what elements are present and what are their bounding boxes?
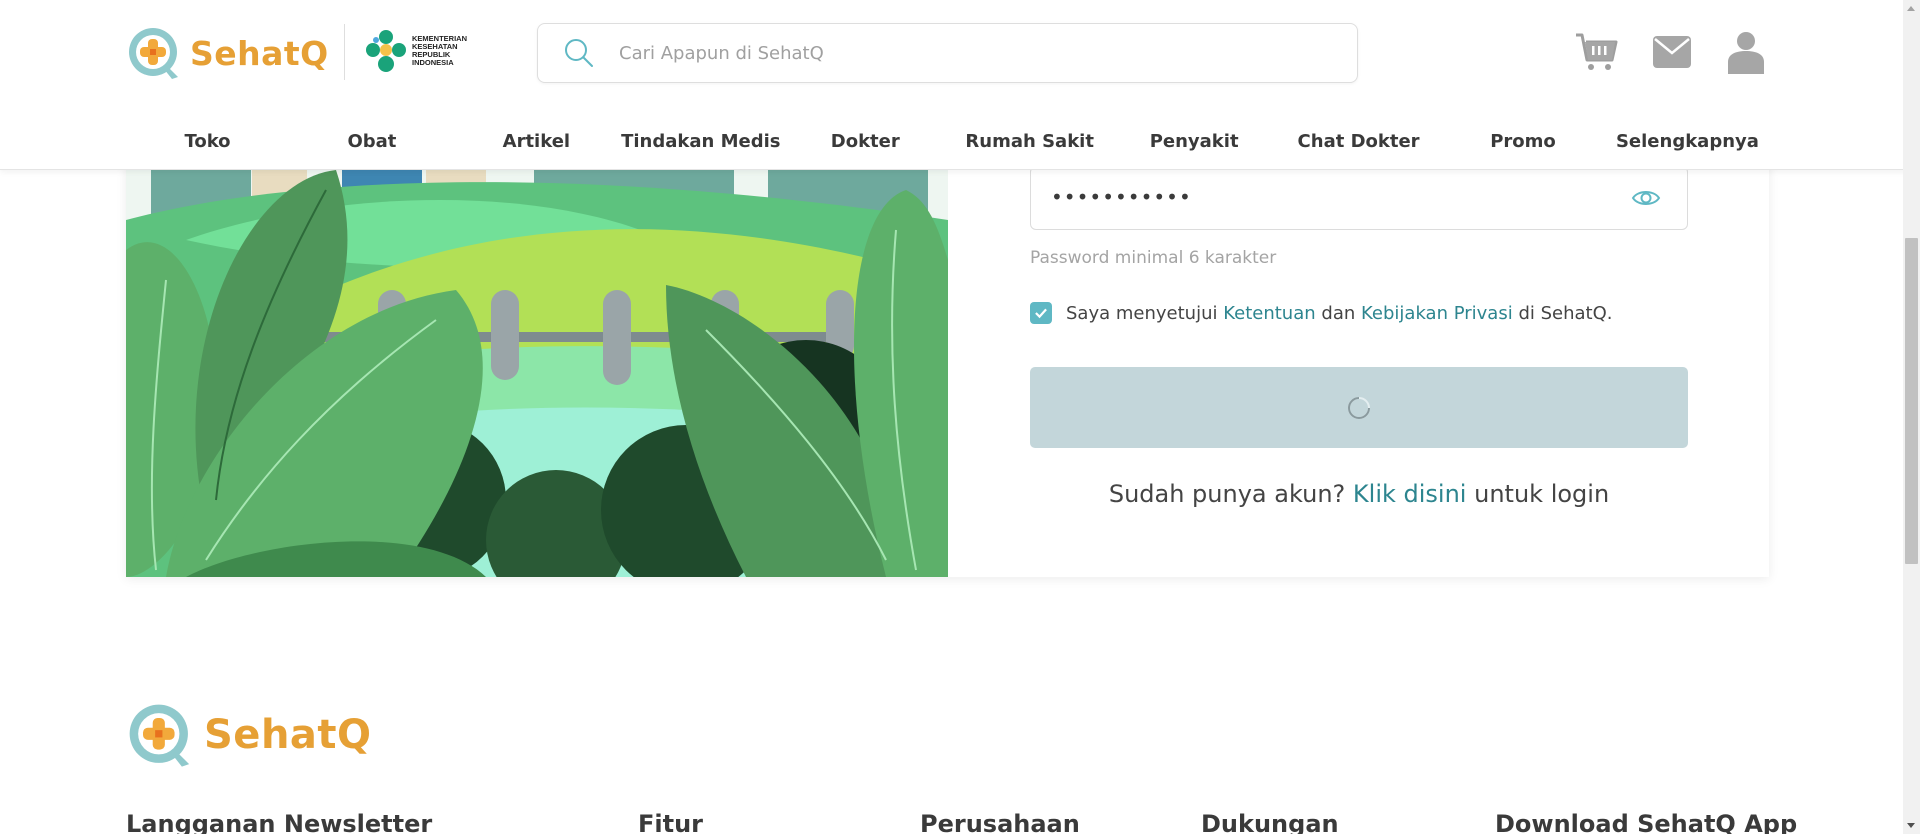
loading-spinner-icon: [1348, 396, 1370, 419]
search-input[interactable]: [619, 33, 1319, 73]
login-prompt-prefix: Sudah punya akun?: [1108, 480, 1346, 508]
register-form: Password ••••••••••• Password minimal 6 …: [1030, 100, 1688, 577]
kemenkes-text: KEMENTERIAN KESEHATAN REPUBLIK INDONESIA: [412, 34, 468, 67]
cart-icon[interactable]: [1574, 30, 1618, 74]
nav-item-toko[interactable]: Toko: [126, 124, 289, 160]
terms-agreement: Saya menyetujui Ketentuan dan Kebijakan …: [1030, 301, 1613, 325]
eye-icon[interactable]: [1631, 187, 1661, 209]
nav-item-penyakit[interactable]: Penyakit: [1113, 124, 1276, 160]
nature-illustration: [126, 100, 948, 577]
sehatq-logo-icon: [129, 704, 190, 767]
terms-link[interactable]: Ketentuan: [1223, 303, 1315, 324]
sehatq-logo-link[interactable]: SehatQ: [126, 25, 329, 81]
nav-item-promo[interactable]: Promo: [1442, 124, 1605, 160]
footer-columns: Langganan Newsletter Fitur Perusahaan Du…: [0, 810, 1920, 834]
terms-middle: dan: [1321, 302, 1356, 324]
login-link[interactable]: Klik disini: [1353, 480, 1467, 508]
terms-checkbox[interactable]: [1030, 302, 1052, 324]
brand-name: SehatQ: [190, 33, 329, 73]
footer-heading-newsletter: Langganan Newsletter: [126, 810, 433, 834]
page-scrollbar[interactable]: [1903, 0, 1920, 834]
kemenkes-logo-icon: [366, 30, 406, 72]
password-value[interactable]: •••••••••••: [1051, 185, 1192, 209]
login-prompt: Sudah punya akun? Klik disini untuk logi…: [1030, 480, 1688, 508]
nav-item-selengkapnya[interactable]: Selengkapnya: [1606, 124, 1769, 160]
nav-item-artikel[interactable]: Artikel: [455, 124, 618, 160]
search-icon[interactable]: [564, 38, 594, 68]
main-nav: Toko Obat Artikel Tindakan Medis Dokter …: [126, 124, 1769, 160]
nav-item-obat[interactable]: Obat: [290, 124, 453, 160]
search-bar[interactable]: [537, 23, 1358, 83]
password-hint: Password minimal 6 karakter: [1030, 248, 1277, 268]
scroll-thumb[interactable]: [1905, 238, 1918, 564]
nav-item-rumah-sakit[interactable]: Rumah Sakit: [948, 124, 1111, 160]
footer-heading-perusahaan: Perusahaan: [920, 810, 1080, 834]
nav-item-chat-dokter[interactable]: Chat Dokter: [1277, 124, 1440, 160]
check-icon: [1035, 308, 1047, 319]
nav-item-dokter[interactable]: Dokter: [784, 124, 947, 160]
terms-prefix: Saya menyetujui: [1066, 302, 1218, 324]
footer-brand-name: SehatQ: [204, 712, 372, 758]
footer-heading-dukungan: Dukungan: [1201, 810, 1339, 834]
site-header: SehatQ KEMENTERIAN KESEHATAN REPUBLIK IN…: [0, 0, 1920, 170]
sehatq-logo-icon: [129, 28, 178, 79]
mail-icon[interactable]: [1653, 36, 1691, 68]
scroll-down-arrow-icon[interactable]: [1907, 823, 1915, 828]
footer-heading-download-app: Download SehatQ App: [1495, 810, 1798, 834]
register-button[interactable]: [1030, 367, 1688, 448]
password-field[interactable]: Password •••••••••••: [1030, 155, 1688, 230]
login-prompt-suffix: untuk login: [1474, 480, 1610, 508]
user-icon[interactable]: [1728, 30, 1764, 74]
scroll-up-arrow-icon[interactable]: [1907, 6, 1915, 11]
privacy-link[interactable]: Kebijakan Privasi: [1361, 303, 1513, 324]
kemenkes-logo: KEMENTERIAN KESEHATAN REPUBLIK INDONESIA: [364, 28, 472, 74]
footer-logo[interactable]: SehatQ: [126, 701, 372, 769]
brand-divider: [344, 24, 345, 80]
register-card: Password ••••••••••• Password minimal 6 …: [126, 100, 1769, 577]
footer-heading-fitur: Fitur: [638, 810, 704, 834]
terms-suffix: di SehatQ.: [1518, 302, 1613, 324]
nav-item-tindakan-medis[interactable]: Tindakan Medis: [619, 124, 782, 160]
